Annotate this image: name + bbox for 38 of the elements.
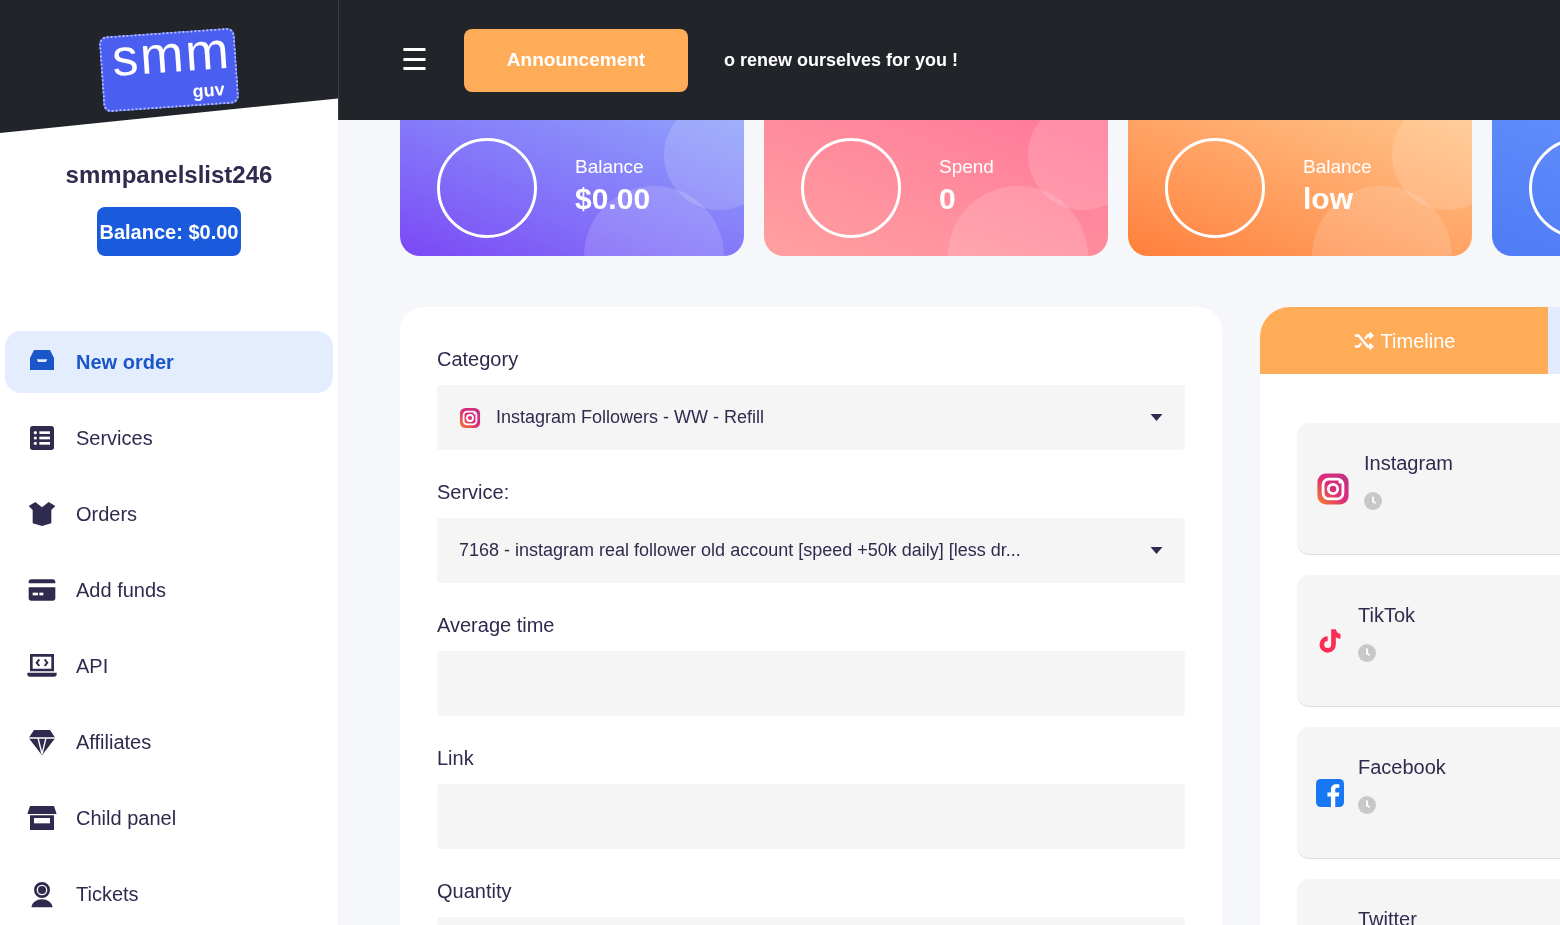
select-field[interactable]: 7168 - instagram real follower old account [speed +50k daily] [less dr... <box>437 518 1185 583</box>
caret-icon <box>1150 546 1163 555</box>
stat-label: Spend <box>939 155 994 180</box>
balance-button[interactable]: Balance: $0.00 <box>96 207 242 256</box>
platform-name: Twitter <box>1358 906 1417 925</box>
clock-icon <box>1364 491 1382 510</box>
logo[interactable]: smm guv <box>98 27 240 113</box>
nav-item[interactable]: Add funds <box>5 559 333 621</box>
stat-value: $0.00 <box>575 181 651 215</box>
clock-icon <box>1358 795 1376 814</box>
menu-button[interactable]: ☰ <box>401 45 428 75</box>
nav-item[interactable]: API <box>5 635 333 697</box>
instagram-icon <box>459 406 481 429</box>
platform-name: Instagram <box>1364 450 1453 476</box>
select-field[interactable]: Instagram Followers - WW - Refill <box>437 385 1185 450</box>
shuffle-icon <box>1352 329 1375 352</box>
nav-item[interactable]: Services <box>5 407 333 469</box>
nav-item[interactable]: Affiliates <box>5 711 333 773</box>
field-label: Service: <box>437 480 511 505</box>
announcement-ticker: o renew ourselves for you ! <box>724 48 959 72</box>
field-label: Category <box>437 347 520 372</box>
nav-item[interactable]: Orders <box>5 483 333 545</box>
stat-value: low <box>1303 181 1354 215</box>
platform-name: Facebook <box>1358 754 1446 780</box>
field-label: Link <box>437 746 475 771</box>
platform-name: TikTok <box>1358 602 1416 628</box>
nav-item[interactable]: Child panel <box>5 787 333 849</box>
nav-item[interactable]: New order <box>5 331 333 393</box>
stat-label: Balance <box>575 155 645 180</box>
field-label: Average time <box>437 613 556 638</box>
stat-label: Balance <box>1303 155 1372 180</box>
field-label: Quantity <box>437 879 513 904</box>
facebook-icon <box>1316 778 1344 807</box>
username: smmpanelslist246 <box>65 160 273 191</box>
nav-item[interactable]: Tickets <box>5 863 333 925</box>
clock-icon <box>1358 643 1376 662</box>
caret-icon <box>1150 413 1163 422</box>
stat-value: 0 <box>939 181 957 215</box>
